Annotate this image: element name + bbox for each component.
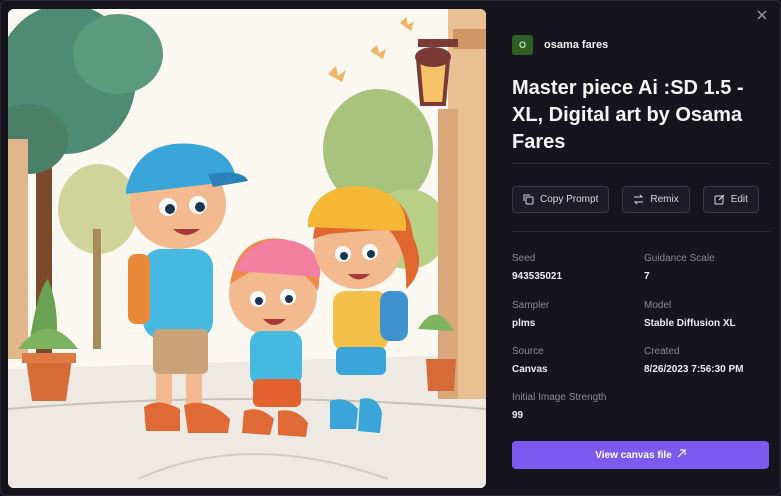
copy-prompt-button[interactable]: Copy Prompt — [512, 186, 610, 213]
created-value: 8/26/2023 7:56:30 PM — [644, 364, 744, 375]
model-value: Stable Diffusion XL — [644, 318, 736, 329]
seed-value: 943535021 — [512, 271, 563, 282]
copy-prompt-label: Copy Prompt — [540, 194, 599, 205]
source-field: Source Canvas — [512, 346, 548, 375]
sampler-field: Sampler plms — [512, 300, 549, 329]
image-detail-modal: O osama fares Master piece Ai :SD 1.5 - … — [0, 0, 781, 496]
edit-label: Edit — [730, 194, 748, 205]
image-title: Master piece Ai :SD 1.5 - XL, Digital ar… — [512, 77, 744, 153]
remix-label: Remix — [650, 194, 679, 205]
sampler-value: plms — [512, 318, 536, 329]
divider — [512, 163, 770, 164]
view-canvas-file-button[interactable]: View canvas file — [512, 441, 769, 469]
guidance-value: 7 — [644, 271, 650, 282]
source-value: Canvas — [512, 364, 548, 375]
author-row[interactable]: O osama fares — [512, 35, 608, 55]
guidance-field: Guidance Scale 7 — [644, 253, 715, 282]
view-canvas-file-label: View canvas file — [595, 449, 672, 461]
strength-field: Initial Image Strength 99 — [512, 392, 607, 421]
close-icon — [757, 7, 767, 25]
copy-icon — [523, 194, 534, 205]
guidance-label: Guidance Scale — [644, 253, 715, 264]
action-buttons: Copy Prompt Remix Edit — [512, 186, 759, 213]
edit-icon — [714, 194, 725, 205]
author-name[interactable]: osama fares — [544, 39, 608, 51]
cartoon-kids-illustration — [8, 9, 486, 488]
divider — [512, 231, 770, 232]
strength-value: 99 — [512, 410, 524, 421]
avatar: O — [512, 35, 533, 55]
edit-button[interactable]: Edit — [702, 186, 759, 213]
close-button[interactable] — [753, 7, 771, 25]
model-label: Model — [644, 300, 672, 311]
generated-image[interactable] — [8, 9, 486, 488]
created-field: Created 8/26/2023 7:56:30 PM — [644, 346, 744, 375]
external-link-icon — [677, 449, 686, 461]
seed-field: Seed 943535021 — [512, 253, 562, 282]
model-field: Model Stable Diffusion XL — [644, 300, 736, 329]
seed-label: Seed — [512, 253, 536, 264]
strength-label: Initial Image Strength — [512, 392, 607, 403]
remix-icon — [633, 194, 644, 205]
source-label: Source — [512, 346, 544, 357]
created-label: Created — [644, 346, 680, 357]
remix-button[interactable]: Remix — [622, 186, 690, 213]
sampler-label: Sampler — [512, 300, 550, 311]
